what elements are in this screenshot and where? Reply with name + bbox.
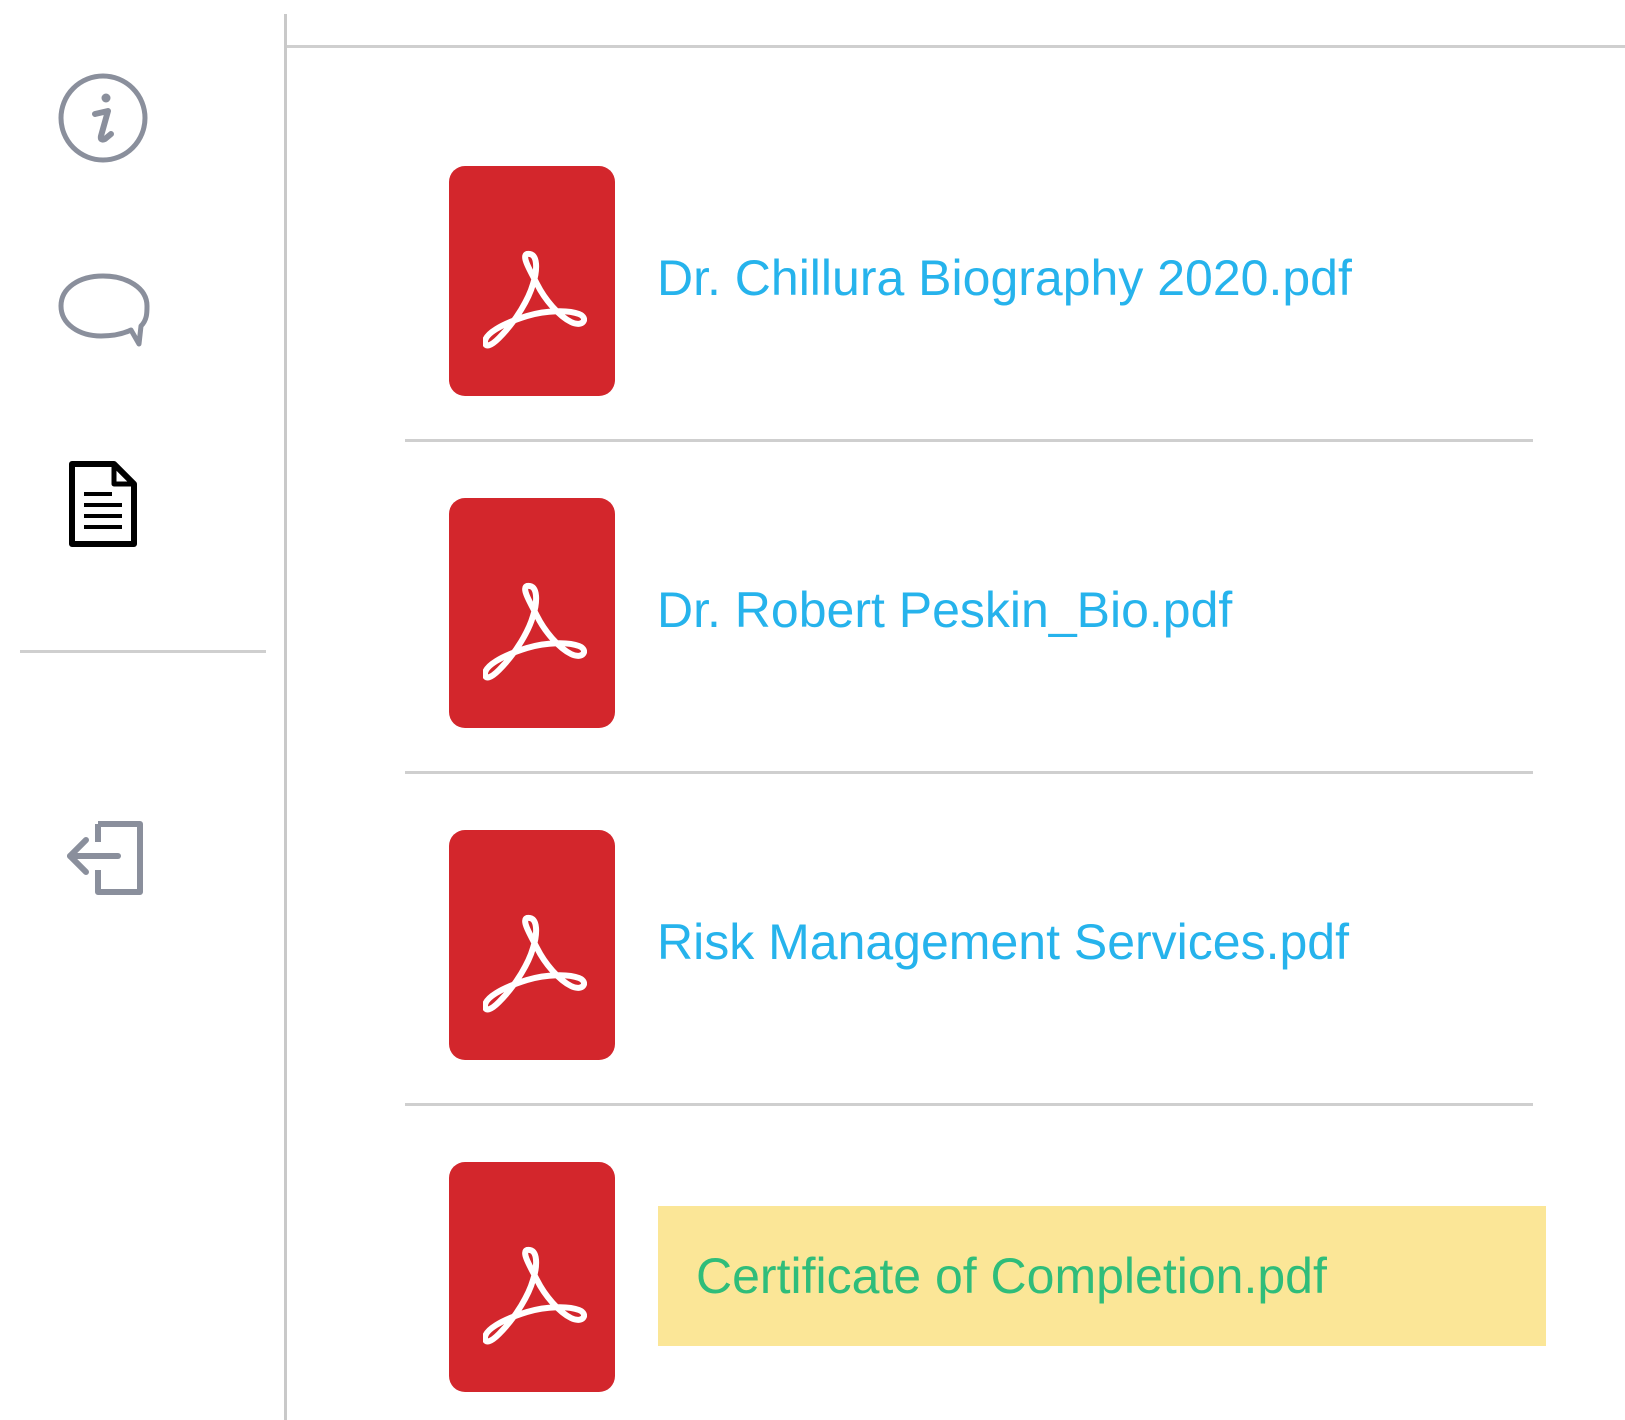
file-row: Certificate of Completion.pdf [405,1106,1546,1420]
file-list: Dr. Chillura Biography 2020.pdf Dr. Robe… [405,0,1546,1420]
document-panel: Dr. Chillura Biography 2020.pdf Dr. Robe… [0,0,1625,1420]
panel-divider [284,14,287,1420]
document-icon[interactable] [68,460,140,548]
info-icon[interactable] [55,70,151,166]
logout-icon[interactable] [62,820,146,896]
file-link[interactable]: Dr. Chillura Biography 2020.pdf [657,228,1352,328]
pdf-file-icon[interactable] [449,1162,615,1392]
file-link[interactable]: Risk Management Services.pdf [657,892,1349,992]
pdf-file-icon[interactable] [449,166,615,396]
pdf-file-icon[interactable] [449,830,615,1060]
sidebar-divider [20,650,266,653]
sidebar [0,0,285,1420]
chat-icon[interactable] [55,268,151,356]
file-row: Dr. Chillura Biography 2020.pdf [405,110,1535,442]
pdf-file-icon[interactable] [449,498,615,728]
file-row: Dr. Robert Peskin_Bio.pdf [405,442,1535,774]
file-row: Risk Management Services.pdf [405,774,1535,1106]
file-link[interactable]: Dr. Robert Peskin_Bio.pdf [657,560,1232,660]
file-link-highlighted[interactable]: Certificate of Completion.pdf [658,1206,1546,1346]
